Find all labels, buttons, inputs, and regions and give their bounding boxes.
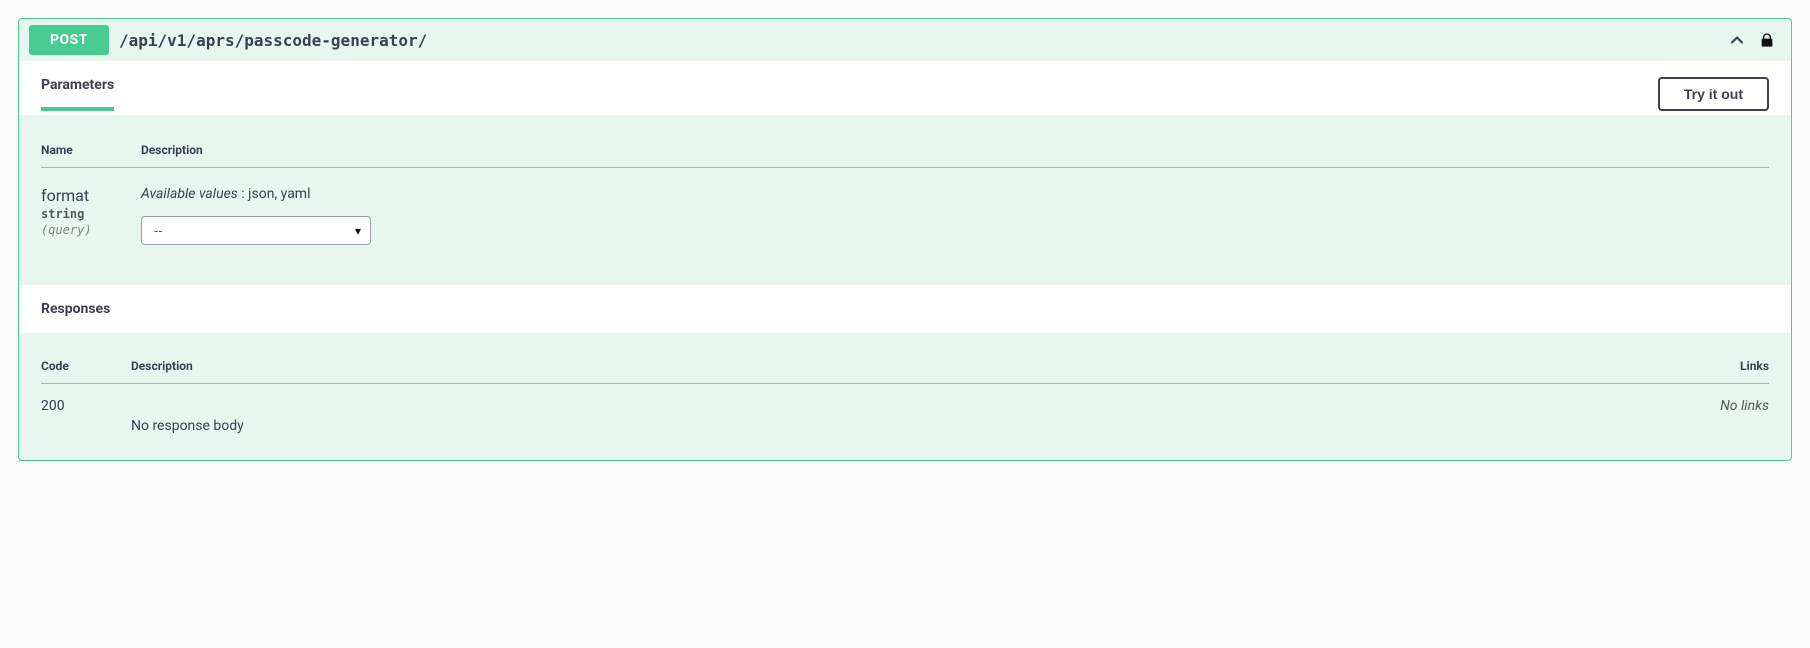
- col-name: Name: [41, 135, 141, 168]
- table-row: 200 No response body No links: [41, 384, 1769, 435]
- available-values: json, yaml: [248, 186, 310, 202]
- available-values-label: Available values: [141, 186, 238, 202]
- parameters-table: Name Description format string (query): [41, 135, 1769, 245]
- operation-summary[interactable]: POST /api/v1/aprs/passcode-generator/: [19, 19, 1791, 61]
- param-name: format: [41, 186, 141, 205]
- chevron-up-icon[interactable]: [1727, 30, 1747, 50]
- parameters-header: Parameters Try it out: [19, 61, 1791, 115]
- param-in: (query): [41, 223, 141, 237]
- try-it-out-button[interactable]: Try it out: [1658, 77, 1769, 111]
- col-links: Links: [1274, 351, 1769, 384]
- endpoint-path: /api/v1/aprs/passcode-generator/: [119, 31, 1717, 50]
- http-method-badge: POST: [29, 25, 109, 55]
- response-code: 200: [41, 384, 131, 435]
- table-row: format string (query) Available values :…: [41, 168, 1769, 246]
- responses-header: Responses: [19, 285, 1791, 333]
- col-code: Code: [41, 351, 131, 384]
- format-select[interactable]: -- json yaml: [141, 216, 371, 245]
- responses-table: Code Description Links 200 No response b…: [41, 351, 1769, 434]
- param-type: string: [41, 207, 141, 221]
- response-links: No links: [1274, 384, 1769, 435]
- col-description: Description: [131, 351, 1274, 384]
- response-description: No response body: [131, 398, 1274, 434]
- col-description: Description: [141, 135, 1769, 168]
- lock-icon[interactable]: [1759, 31, 1775, 49]
- tab-parameters[interactable]: Parameters: [41, 77, 114, 111]
- operation-block: POST /api/v1/aprs/passcode-generator/ Pa…: [18, 18, 1792, 461]
